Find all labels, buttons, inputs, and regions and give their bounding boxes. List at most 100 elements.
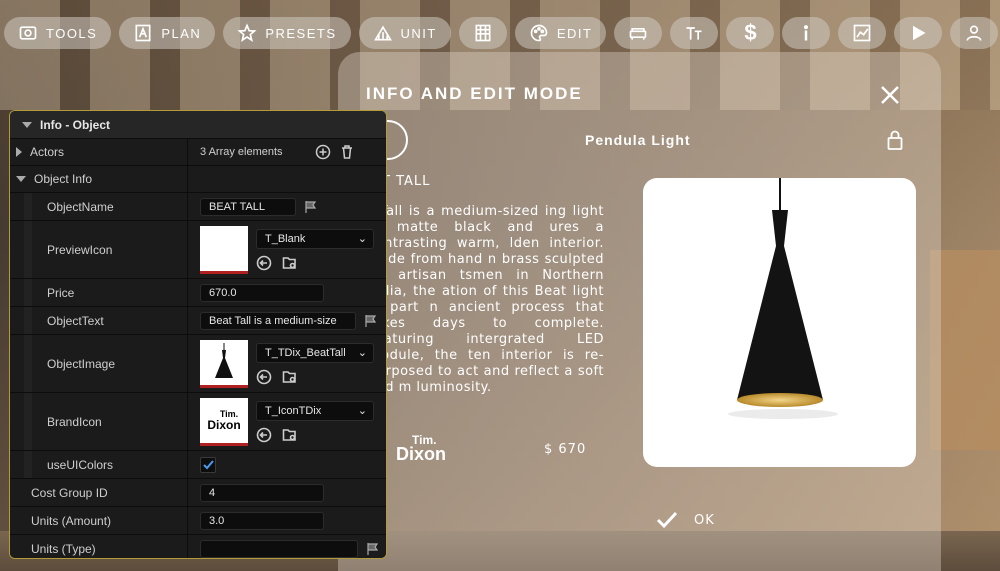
use-ui-colors-label: useUIColors	[10, 451, 187, 478]
object-inspector-panel: Info - Object Actors 3 Array elements Ob…	[9, 110, 387, 559]
chevron-down-icon: ⌄	[357, 347, 367, 359]
plan-label: PLAN	[161, 25, 202, 41]
browse-folder-icon[interactable]	[282, 427, 298, 443]
preview-icon-dropdown[interactable]: T_Blank ⌄	[256, 228, 374, 249]
camera-icon	[19, 26, 37, 40]
brand-icon-label: BrandIcon	[10, 393, 187, 450]
object-image-dropdown[interactable]: T_TDix_BeatTall ⌄	[256, 342, 374, 363]
flag-icon[interactable]	[366, 542, 380, 556]
brand-icon-thumbnail[interactable]: Tim. Dixon	[200, 397, 248, 446]
object-price: $ 670	[544, 442, 587, 457]
expand-arrow-icon[interactable]	[16, 147, 22, 157]
object-text-input[interactable]: Beat Tall is a medium-size	[200, 311, 356, 330]
flag-icon[interactable]	[364, 314, 378, 328]
unit-label: UNIT	[400, 25, 437, 41]
ok-button[interactable]: OK	[656, 511, 715, 529]
preview-icon-row: PreviewIcon T_Blank ⌄	[10, 220, 386, 278]
star-icon	[237, 23, 257, 42]
object-info-row: Object Info	[10, 165, 386, 192]
presets-label: PRESETS	[265, 25, 337, 41]
top-toolbar: TOOLS PLAN PRESETS UNIT EDIT $	[4, 17, 1000, 49]
object-name-label: ObjectName	[10, 193, 187, 220]
brand-icon-dropdown[interactable]: T_IconTDix ⌄	[256, 400, 374, 421]
collapse-arrow-icon[interactable]	[16, 176, 26, 182]
use-ui-colors-checkbox[interactable]	[200, 456, 216, 473]
object-subtitle: T TALL	[382, 174, 431, 189]
actors-row: Actors 3 Array elements	[10, 138, 386, 165]
inspector-header[interactable]: Info - Object	[10, 111, 386, 138]
actors-value: 3 Array elements	[200, 146, 283, 158]
chart-icon	[854, 24, 871, 42]
check-icon	[202, 459, 214, 469]
object-title: Pendula Light	[585, 132, 691, 148]
height-button[interactable]	[670, 17, 719, 49]
use-selected-icon[interactable]	[256, 427, 272, 443]
use-ui-colors-row: useUIColors	[10, 450, 386, 478]
brand-logo: Tim. Dixon	[396, 434, 448, 464]
preview-icon-label: PreviewIcon	[10, 221, 187, 278]
height-icon	[686, 27, 702, 40]
brand-logo-line2: Dixon	[396, 444, 447, 464]
plan-button[interactable]: PLAN	[119, 17, 216, 49]
price-label: Price	[10, 279, 187, 306]
brand-icon-row: BrandIcon Tim. Dixon T_IconTDix ⌄	[10, 392, 386, 450]
lamp-thumbnail-icon	[215, 342, 233, 378]
play-button[interactable]	[894, 17, 943, 49]
flag-icon[interactable]	[304, 200, 318, 214]
brand-icon-value: T_IconTDix	[265, 404, 322, 417]
cost-group-id-label: Cost Group ID	[10, 479, 187, 506]
units-type-row: Units (Type)	[10, 534, 386, 558]
info-edit-modal: INFO AND EDIT MODE Pendula Light T TALL …	[338, 52, 941, 571]
cost-group-id-input[interactable]: 4	[200, 483, 324, 502]
object-info-label: Object Info	[34, 172, 93, 186]
actors-label: Actors	[30, 145, 65, 159]
units-amount-input[interactable]: 3.0	[200, 511, 324, 530]
units-type-label: Units (Type)	[10, 535, 187, 558]
add-element-icon[interactable]	[315, 144, 331, 160]
dollar-icon: $	[744, 20, 757, 45]
chart-button[interactable]	[838, 17, 887, 49]
unit-button[interactable]: UNIT	[358, 17, 451, 49]
cost-group-id-row: Cost Group ID 4	[10, 478, 386, 506]
price-row: Price 670.0	[10, 278, 386, 306]
collapse-arrow-icon[interactable]	[22, 121, 32, 128]
object-description: t Tall is a medium-sized ing light in ma…	[368, 204, 604, 395]
user-button[interactable]	[950, 17, 999, 49]
unit-icon	[373, 25, 392, 41]
browse-folder-icon[interactable]	[282, 369, 298, 385]
use-selected-icon[interactable]	[256, 255, 272, 271]
sofa-icon	[630, 28, 647, 40]
price-input[interactable]: 670.0	[200, 283, 324, 302]
browse-folder-icon[interactable]	[282, 255, 298, 271]
tools-label: TOOLS	[46, 25, 98, 41]
ok-label: OK	[694, 512, 715, 528]
palette-icon	[530, 24, 548, 42]
check-icon	[656, 511, 678, 529]
units-amount-label: Units (Amount)	[10, 507, 187, 534]
inspector-title: Info - Object	[40, 117, 110, 132]
use-selected-icon[interactable]	[256, 369, 272, 385]
object-name-input[interactable]: BEAT TALL	[200, 197, 296, 216]
object-image-value: T_TDix_BeatTall	[265, 346, 346, 359]
info-button[interactable]	[782, 17, 831, 49]
building-button[interactable]	[458, 17, 507, 49]
units-type-input[interactable]	[200, 539, 358, 558]
building-icon	[475, 24, 491, 42]
preview-icon-thumbnail[interactable]	[200, 225, 248, 274]
presets-button[interactable]: PRESETS	[223, 17, 351, 49]
edit-button[interactable]: EDIT	[514, 17, 607, 49]
product-image	[643, 178, 916, 467]
user-icon	[966, 25, 982, 41]
modal-title: INFO AND EDIT MODE	[366, 84, 583, 103]
cost-button[interactable]: $	[726, 17, 775, 49]
object-image-label: ObjectImage	[10, 335, 187, 392]
lock-icon[interactable]	[887, 130, 903, 150]
furniture-button[interactable]	[614, 17, 663, 49]
trash-icon[interactable]	[339, 144, 355, 160]
brand-thumb-line2: Dixon	[207, 418, 241, 432]
object-image-thumbnail[interactable]	[200, 339, 248, 388]
close-icon[interactable]	[879, 84, 901, 106]
plan-icon	[135, 24, 151, 42]
tools-button[interactable]: TOOLS	[4, 17, 112, 49]
pendant-lamp-image	[728, 178, 838, 419]
